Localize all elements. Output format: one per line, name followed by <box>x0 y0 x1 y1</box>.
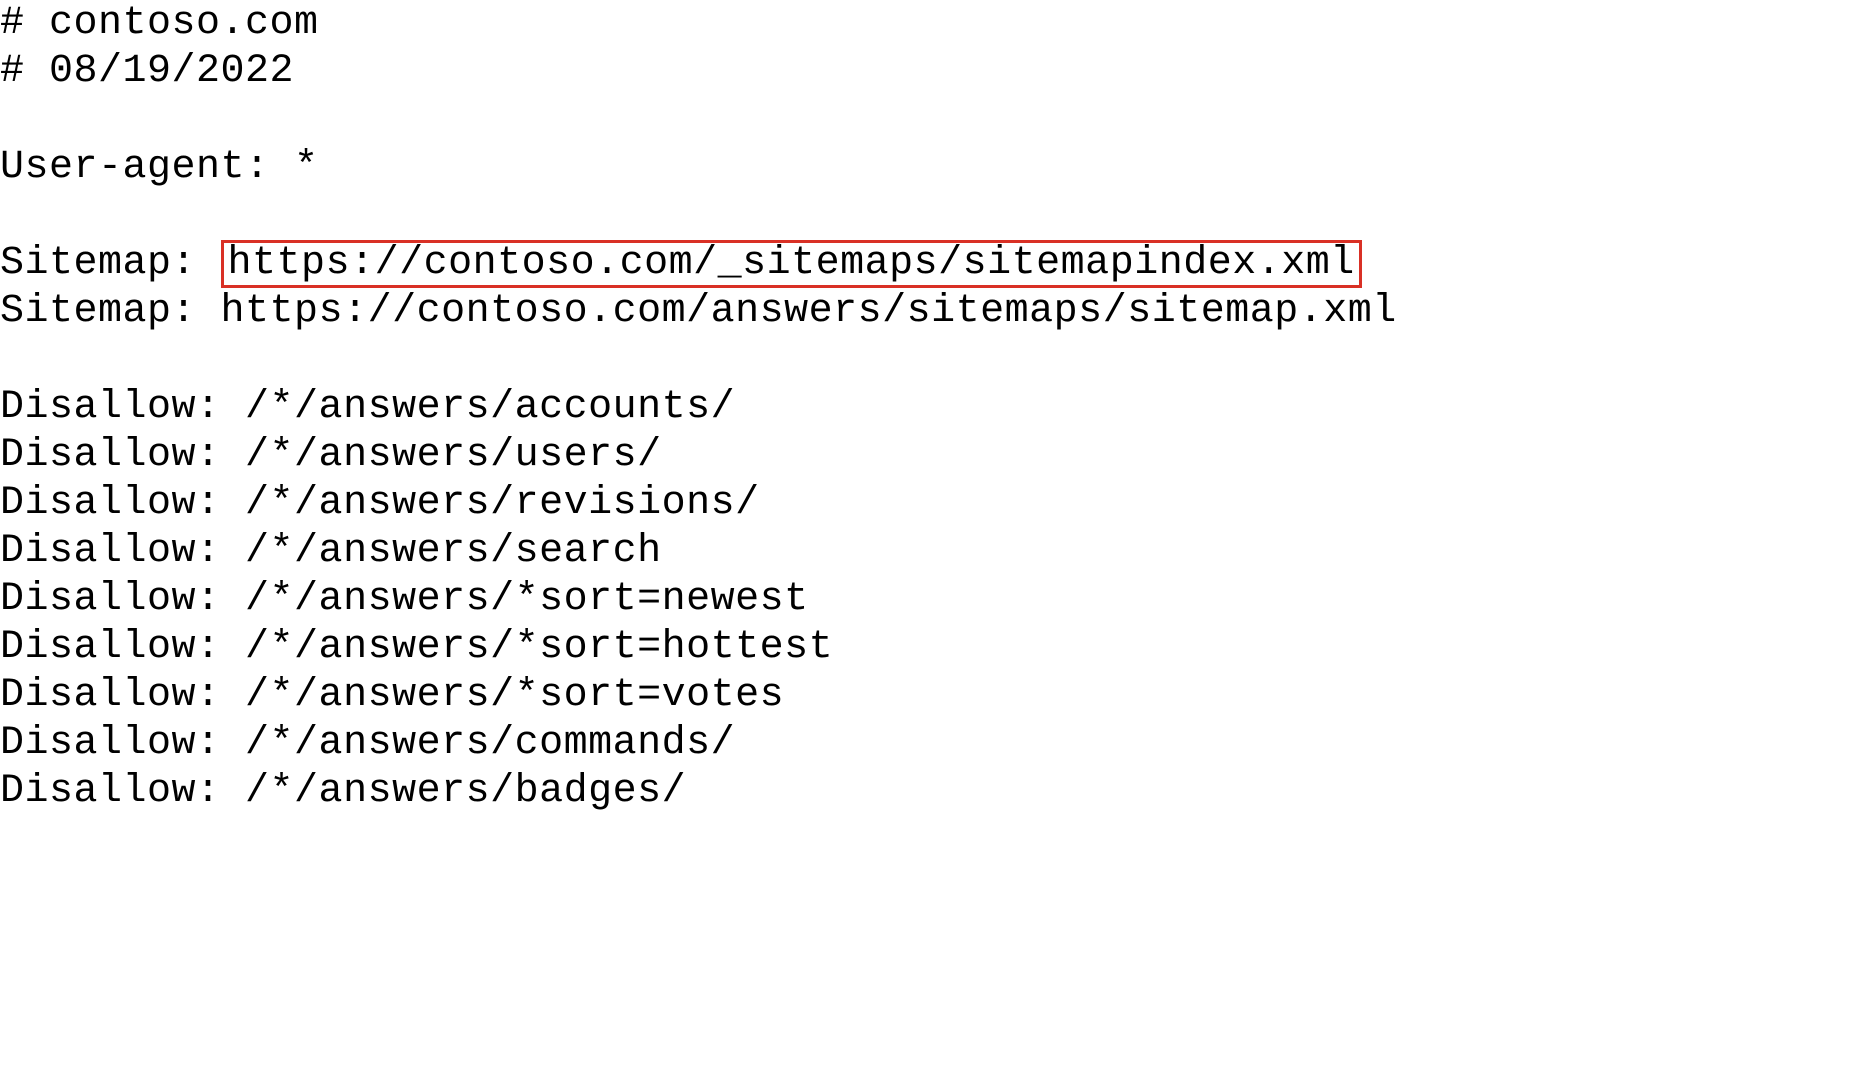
disallow-line: Disallow: /*/answers/search <box>0 528 1866 576</box>
disallow-label: Disallow: <box>0 721 245 766</box>
sitemap-label: Sitemap: <box>0 289 221 334</box>
user-agent-value: * <box>294 145 319 190</box>
disallow-line: Disallow: /*/answers/*sort=votes <box>0 672 1866 720</box>
disallow-path: /*/answers/badges/ <box>245 769 686 814</box>
user-agent-label: User-agent: <box>0 145 294 190</box>
sitemap-line-1: Sitemap: https://contoso.com/_sitemaps/s… <box>0 240 1866 288</box>
sitemap-line-2: Sitemap: https://contoso.com/answers/sit… <box>0 288 1866 336</box>
disallow-path: /*/answers/commands/ <box>245 721 735 766</box>
comment-line-site: # contoso.com <box>0 0 1866 48</box>
user-agent-line: User-agent: * <box>0 144 1866 192</box>
blank-line <box>0 96 1866 144</box>
sitemap-url: https://contoso.com/answers/sitemaps/sit… <box>221 289 1397 334</box>
disallow-path: /*/answers/*sort=hottest <box>245 625 833 670</box>
disallow-label: Disallow: <box>0 625 245 670</box>
disallow-path: /*/answers/accounts/ <box>245 385 735 430</box>
disallow-label: Disallow: <box>0 481 245 526</box>
disallow-path: /*/answers/revisions/ <box>245 481 760 526</box>
disallow-label: Disallow: <box>0 433 245 478</box>
disallow-label: Disallow: <box>0 385 245 430</box>
disallow-line: Disallow: /*/answers/commands/ <box>0 720 1866 768</box>
disallow-label: Disallow: <box>0 673 245 718</box>
disallow-label: Disallow: <box>0 577 245 622</box>
disallow-label: Disallow: <box>0 529 245 574</box>
disallow-path: /*/answers/search <box>245 529 662 574</box>
disallow-line: Disallow: /*/answers/accounts/ <box>0 384 1866 432</box>
comment-line-date: # 08/19/2022 <box>0 48 1866 96</box>
disallow-line: Disallow: /*/answers/revisions/ <box>0 480 1866 528</box>
sitemap-url-highlighted: https://contoso.com/_sitemaps/sitemapind… <box>221 240 1362 288</box>
disallow-path: /*/answers/*sort=votes <box>245 673 784 718</box>
disallow-line: Disallow: /*/answers/*sort=hottest <box>0 624 1866 672</box>
disallow-line: Disallow: /*/answers/badges/ <box>0 768 1866 816</box>
sitemap-label: Sitemap: <box>0 241 221 286</box>
disallow-path: /*/answers/*sort=newest <box>245 577 809 622</box>
disallow-label: Disallow: <box>0 769 245 814</box>
blank-line <box>0 192 1866 240</box>
disallow-path: /*/answers/users/ <box>245 433 662 478</box>
disallow-line: Disallow: /*/answers/users/ <box>0 432 1866 480</box>
blank-line <box>0 336 1866 384</box>
disallow-line: Disallow: /*/answers/*sort=newest <box>0 576 1866 624</box>
